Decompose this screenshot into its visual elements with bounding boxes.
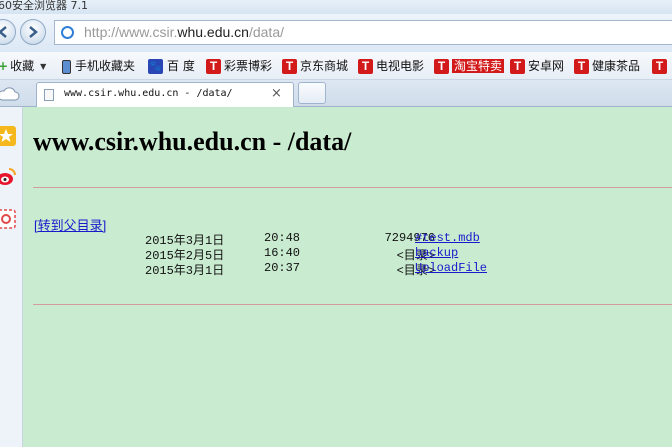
url-host: whu.edu.cn [177,24,249,40]
back-arrow-icon [0,26,7,38]
fav-label: 健康茶品 [592,59,641,73]
forward-button[interactable] [20,19,46,45]
page-content: www.csir.whu.edu.cn - /data/ [转到父目录] 201… [23,107,672,447]
tab-bar: www.csir.whu.edu.cn - /data/ × [0,80,672,108]
fav-item-lottery[interactable]: T 彩票博彩 [206,58,272,75]
window-title: 60安全浏览器 7.1 [0,0,88,12]
t-icon: T [358,59,373,74]
t-icon: T [282,59,297,74]
tab-label: www.csir.whu.edu.cn - /data/ [64,88,233,99]
mail-icon[interactable] [0,209,16,229]
star-icon[interactable] [0,126,16,146]
favorites-bar: +收藏▼ 手机收藏夹 🐾百 度 T彩票博彩 T京东商城 T电视电影 T淘宝特卖 … [0,52,672,80]
entry-link[interactable]: backup [415,246,458,260]
divider-bottom [33,304,672,305]
fav-label: 安卓网 [528,59,565,73]
weibo-icon[interactable] [0,167,16,187]
favorites-label: 收藏 [10,59,35,73]
entry-time: 16:40 [264,246,301,260]
baidu-paw-icon: 🐾 [148,59,163,74]
page-icon [44,89,54,101]
fav-label: 彩票博彩 [224,59,273,73]
forward-arrow-icon [29,26,38,38]
window-titlebar: 60安全浏览器 7.1 [0,0,672,14]
url-path: /data/ [248,24,284,40]
t-icon: T [434,59,449,74]
globe-icon [61,26,74,39]
navigation-toolbar: http://www.csir.whu.edu.cn/data/ [0,14,672,52]
t-icon: T [206,59,221,74]
fav-item-android[interactable]: T 安卓网 [510,58,564,75]
t-icon: T [574,59,589,74]
chevron-down-icon: ▼ [40,62,47,71]
plus-icon: + [0,59,8,73]
phone-icon [62,59,71,74]
address-bar[interactable]: http://www.csir.whu.edu.cn/data/ [54,20,672,45]
fav-item-jd[interactable]: T 京东商城 [282,58,348,75]
t-icon: T [510,59,525,74]
cloud-icon[interactable] [0,86,20,102]
entry-link[interactable]: #test.mdb [415,231,480,245]
page-title: www.csir.whu.edu.cn - /data/ [33,127,352,156]
fav-item-baidu[interactable]: 🐾 百 度 [148,58,195,75]
fav-label: 淘宝特卖 [452,59,505,73]
entry-link[interactable]: UploadFile [415,261,487,275]
address-url[interactable]: http://www.csir.whu.edu.cn/data/ [84,24,284,40]
back-button[interactable] [0,19,16,45]
close-icon[interactable]: × [271,86,282,101]
fav-label: 京东商城 [300,59,349,73]
entry-time: 20:48 [264,231,301,245]
fav-item-overflow[interactable]: T [652,58,670,75]
fav-item-mobile[interactable]: 手机收藏夹 [62,58,135,75]
fav-label: 电视电影 [376,59,425,73]
fav-item-taobao[interactable]: T 淘宝特卖 [434,58,505,75]
divider-top [33,187,672,188]
entry-date: 2015年3月1日 [145,264,225,278]
fav-item-tv[interactable]: T 电视电影 [358,58,424,75]
fav-label: 手机收藏夹 [75,59,136,73]
new-tab-button[interactable] [298,82,326,104]
fav-item-tea[interactable]: T 健康茶品 [574,58,640,75]
fav-label: 百 度 [167,59,195,73]
left-sidebar [0,107,23,447]
tab-active[interactable]: www.csir.whu.edu.cn - /data/ × [36,82,294,108]
parent-directory-link[interactable]: [转到父目录] [34,215,106,234]
entry-time: 20:37 [264,261,301,275]
url-prefix: http://www.csir. [84,24,178,40]
favorites-menu-button[interactable]: +收藏 ▼ [0,58,46,75]
t-icon: T [652,59,667,74]
